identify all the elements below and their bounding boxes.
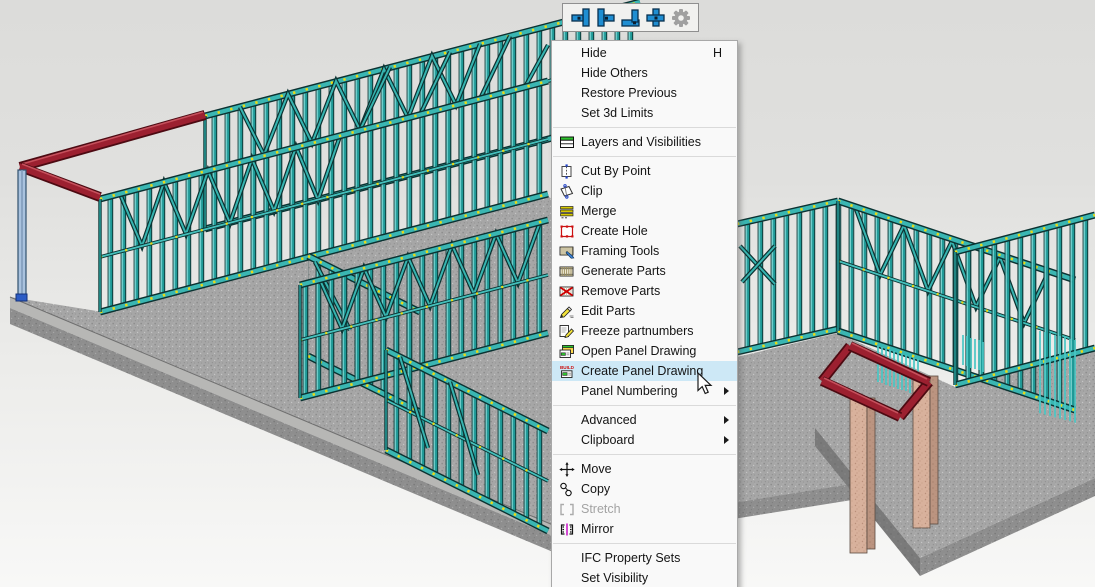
- floating-toolbar: [562, 3, 699, 32]
- menu-item-set-3d-limits[interactable]: Set 3d Limits: [552, 103, 737, 123]
- menu-item-copy[interactable]: Copy: [552, 479, 737, 499]
- application-viewport: Hide H Hide Others Restore Previous Set …: [0, 0, 1095, 587]
- join-corner-button[interactable]: [618, 5, 643, 30]
- toolbar-settings-button[interactable]: [668, 5, 693, 30]
- menu-item-edit-parts[interactable]: Edit Parts: [552, 301, 737, 321]
- building-model-canvas[interactable]: [0, 0, 1095, 587]
- menu-item-open-panel-drawing[interactable]: Open Panel Drawing: [552, 341, 737, 361]
- menu-item-merge[interactable]: Merge: [552, 201, 737, 221]
- join-cross-button[interactable]: [643, 5, 668, 30]
- cut-by-point-icon: [559, 164, 575, 179]
- menu-item-cut-by-point[interactable]: Cut By Point: [552, 161, 737, 181]
- menu-item-move[interactable]: Move: [552, 459, 737, 479]
- join-side-icon: [594, 6, 618, 30]
- submenu-arrow-icon: [724, 387, 729, 395]
- menu-item-clipboard[interactable]: Clipboard: [552, 430, 737, 450]
- create-panel-drawing-icon: BUILD: [559, 364, 575, 379]
- remove-parts-icon: [559, 284, 575, 299]
- menu-item-layers-and-visibilities[interactable]: Layers and Visibilities: [552, 132, 737, 152]
- shortcut-key: H: [713, 46, 730, 60]
- generate-parts-icon: [559, 264, 575, 279]
- framing-tools-icon: [559, 244, 575, 259]
- open-panel-drawing-icon: [559, 344, 575, 359]
- join-end-icon: [569, 6, 593, 30]
- menu-item-hide[interactable]: Hide H: [552, 43, 737, 63]
- menu-item-set-visibility[interactable]: Set Visibility: [552, 568, 737, 587]
- menu-separator: [553, 156, 736, 157]
- merge-icon: [559, 204, 575, 219]
- mirror-icon: [559, 522, 575, 537]
- menu-separator: [553, 127, 736, 128]
- submenu-arrow-icon: [724, 416, 729, 424]
- edit-parts-icon: [559, 304, 575, 319]
- menu-separator: [553, 543, 736, 544]
- masonry-column: [850, 398, 875, 553]
- create-hole-icon: [559, 224, 575, 239]
- menu-item-mirror[interactable]: Mirror: [552, 519, 737, 539]
- menu-item-freeze-partnumbers[interactable]: Freeze partnumbers: [552, 321, 737, 341]
- steel-column: [16, 170, 27, 301]
- menu-item-stretch[interactable]: Stretch: [552, 499, 737, 519]
- layers-visibilities-icon: [559, 135, 575, 150]
- menu-item-restore-previous[interactable]: Restore Previous: [552, 83, 737, 103]
- menu-separator: [553, 454, 736, 455]
- menu-item-hide-others[interactable]: Hide Others: [552, 63, 737, 83]
- menu-item-framing-tools[interactable]: Framing Tools: [552, 241, 737, 261]
- copy-icon: [559, 482, 575, 497]
- stretch-icon: [559, 502, 575, 517]
- menu-item-advanced[interactable]: Advanced: [552, 410, 737, 430]
- menu-item-ifc-property-sets[interactable]: IFC Property Sets: [552, 548, 737, 568]
- join-corner-icon: [619, 6, 643, 30]
- join-cross-icon: [644, 6, 668, 30]
- join-side-button[interactable]: [593, 5, 618, 30]
- menu-item-create-hole[interactable]: Create Hole: [552, 221, 737, 241]
- menu-separator: [553, 405, 736, 406]
- settings-gear-icon: [669, 6, 693, 30]
- move-icon: [559, 462, 575, 477]
- svg-text:BUILD: BUILD: [559, 365, 574, 370]
- submenu-arrow-icon: [724, 436, 729, 444]
- freeze-partnumbers-icon: [559, 324, 575, 339]
- clip-icon: [559, 184, 575, 199]
- mouse-cursor: [697, 372, 717, 400]
- menu-item-remove-parts[interactable]: Remove Parts: [552, 281, 737, 301]
- context-menu: Hide H Hide Others Restore Previous Set …: [551, 40, 738, 587]
- join-end-button[interactable]: [568, 5, 593, 30]
- menu-item-generate-parts[interactable]: Generate Parts: [552, 261, 737, 281]
- menu-item-clip[interactable]: Clip: [552, 181, 737, 201]
